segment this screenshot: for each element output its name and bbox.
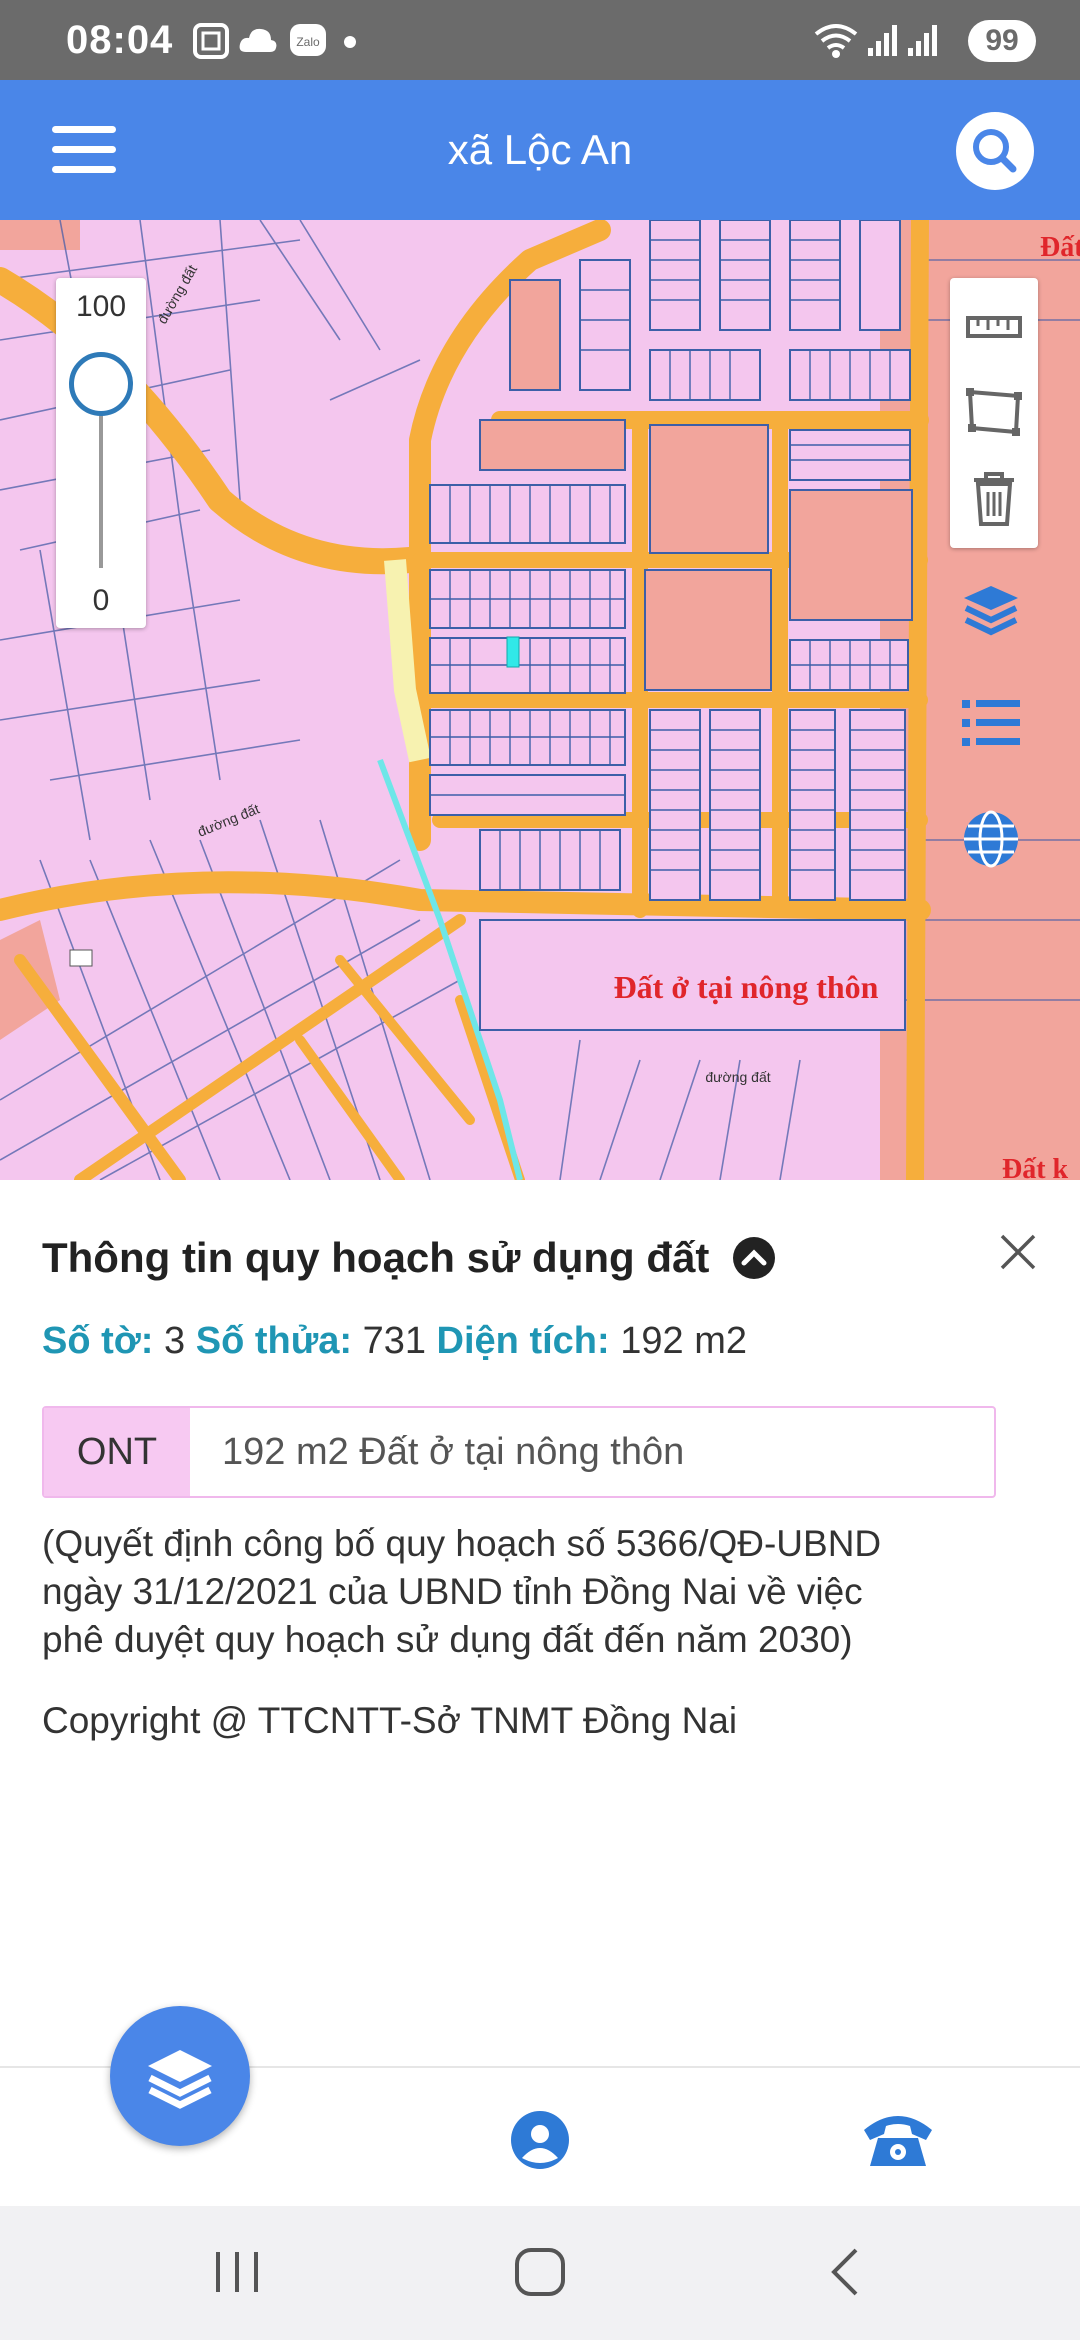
recents-icon[interactable]: [212, 2242, 262, 2302]
note-line: (Quyết định công bố quy hoạch số 5366/QĐ…: [42, 1523, 882, 1564]
home-icon[interactable]: [512, 2242, 568, 2302]
status-time: 08:04: [66, 18, 174, 62]
list-icon[interactable]: [958, 690, 1024, 756]
search-button[interactable]: [956, 112, 1034, 190]
layers-icon: [148, 2050, 212, 2109]
app-bar: xã Lộc An: [0, 80, 1080, 220]
area-value: 192 m2: [620, 1320, 747, 1362]
phone-icon[interactable]: [860, 2108, 936, 2172]
parcel-label: Số thửa:: [195, 1320, 353, 1362]
dot-icon: [344, 36, 356, 48]
map-canvas: Đất ở tại nông thôn đường đất đường đất …: [0, 220, 1080, 1180]
user-icon[interactable]: [508, 2108, 572, 2172]
layers-button[interactable]: [110, 2006, 250, 2146]
back-icon[interactable]: [820, 2242, 870, 2302]
info-title: Thông tin quy hoạch sử dụng đất: [42, 1234, 710, 1281]
search-icon: [973, 129, 1017, 173]
measure-tools: [950, 278, 1038, 548]
signal-icon: [868, 25, 897, 56]
zone-row: ONT 192 m2 Đất ở tại nông thôn: [42, 1406, 996, 1498]
map-label-edge: Đất k: [1002, 1154, 1069, 1180]
zoom-max-label: 100: [75, 290, 127, 323]
svg-text:Zalo: Zalo: [296, 35, 320, 49]
map-label-edge: Đất: [1040, 232, 1080, 263]
measure-distance-icon[interactable]: [964, 298, 1024, 358]
chevron-up-icon[interactable]: [732, 1236, 776, 1280]
close-icon[interactable]: [996, 1230, 1040, 1274]
note-line: ngày 31/12/2021 của UBND tỉnh Đồng Nai v…: [42, 1571, 863, 1612]
land-info-panel: Thông tin quy hoạch sử dụng đất Số tờ: 3…: [0, 1180, 1080, 2068]
screenshot-icon: [193, 23, 229, 59]
cloud-icon: [239, 28, 277, 52]
zone-code: ONT: [44, 1408, 190, 1496]
map-label-road: đường đất: [705, 1069, 770, 1085]
sheet-value: 3: [164, 1320, 186, 1362]
status-bar: 08:04 Zalo 99: [0, 0, 1080, 80]
sheet-label: Số tờ:: [42, 1320, 154, 1362]
page-title: xã Lộc An: [447, 126, 633, 173]
zone-description: 192 m2 Đất ở tại nông thôn: [222, 1430, 685, 1473]
zoom-min-label: 0: [92, 584, 110, 617]
system-nav-bar: [0, 2206, 1080, 2340]
measure-area-icon[interactable]: [964, 382, 1024, 442]
area-label: Diện tích:: [436, 1320, 610, 1362]
parcel-meta: Số tờ: 3 Số thửa: 731 Diện tích: 192 m2: [42, 1320, 747, 1363]
globe-icon[interactable]: [958, 806, 1024, 872]
trash-icon[interactable]: [964, 468, 1024, 528]
parcel-value: 731: [362, 1320, 426, 1362]
map-layers-icon[interactable]: [958, 578, 1024, 644]
app-screen: 08:04 Zalo 99 xã Lộc An Đất ở tại nông t…: [0, 0, 1080, 2340]
zoom-slider[interactable]: 100 0: [56, 278, 146, 628]
zoom-handle[interactable]: [69, 351, 133, 416]
battery-level: 99: [968, 20, 1036, 62]
map-label-zone: Đất ở tại nông thôn: [614, 969, 879, 1005]
wifi-icon: [814, 24, 858, 58]
map-view[interactable]: Đất ở tại nông thôn đường đất đường đất …: [0, 220, 1080, 1180]
decision-note: (Quyết định công bố quy hoạch số 5366/QĐ…: [42, 1520, 1042, 1664]
zalo-icon: Zalo: [290, 24, 326, 56]
note-line: phê duyệt quy hoạch sử dụng đất đến năm …: [42, 1619, 853, 1660]
signal-icon: [908, 25, 937, 56]
copyright: Copyright @ TTCNTT-Sở TNMT Đồng Nai: [42, 1700, 738, 1741]
